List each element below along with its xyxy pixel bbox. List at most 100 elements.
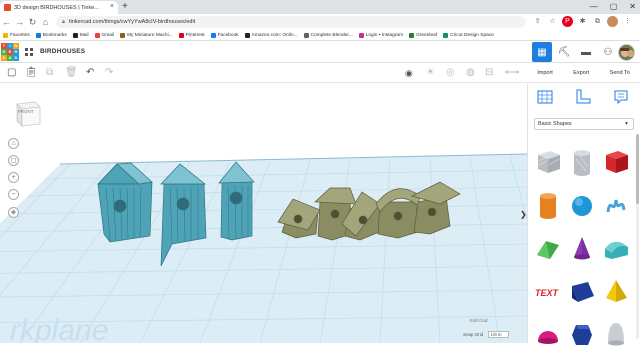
shape-pyramid[interactable] xyxy=(599,268,633,311)
shape-half-sphere[interactable] xyxy=(531,311,565,354)
design-title[interactable]: BIRDHOUSES xyxy=(40,48,85,55)
home-view-icon[interactable]: ⌂ xyxy=(8,138,19,149)
pyramid-icon xyxy=(606,279,627,302)
edit-grid-label[interactable]: Edit Grid xyxy=(470,318,488,323)
bookmark-icon xyxy=(409,32,415,38)
shape-text[interactable]: TEXT xyxy=(531,268,565,311)
box-hole-icon xyxy=(538,150,560,173)
ruler-tab-icon[interactable] xyxy=(574,88,592,106)
bookmark-item[interactable]: My Miniature Machi... xyxy=(120,32,173,38)
notes-icon[interactable]: ◉ xyxy=(405,67,413,79)
bookmark-item[interactable]: Facebook xyxy=(210,32,239,38)
paste-icon[interactable]: 📋︎ xyxy=(25,67,38,79)
export-button[interactable]: Export xyxy=(573,70,589,76)
bricks-icon[interactable]: ▬ xyxy=(576,42,596,62)
star-icon[interactable]: ☆ xyxy=(547,16,558,27)
shape-box[interactable] xyxy=(599,139,633,182)
group-icon[interactable]: ◎ xyxy=(446,67,455,79)
extension-icon[interactable]: ✱ xyxy=(577,16,588,27)
menu-icon[interactable]: ⋮ xyxy=(622,16,633,27)
cylinder-icon xyxy=(540,192,556,219)
scroll-thumb[interactable] xyxy=(636,134,639,204)
undo-icon[interactable]: ↶ xyxy=(86,67,94,79)
bookmark-item[interactable]: Greenleaf xyxy=(409,32,437,38)
align-icon[interactable]: ⊟ xyxy=(485,67,493,79)
view-mode-icons: ▦ ⛏ ▬ ⚇ xyxy=(532,42,618,62)
pinterest-icon[interactable]: P xyxy=(562,16,573,27)
bookmark-item[interactable]: Favorites xyxy=(3,32,30,38)
shape-round-roof[interactable] xyxy=(599,225,633,268)
redo-icon[interactable]: ↷ xyxy=(105,67,113,79)
zoom-in-button[interactable]: + xyxy=(8,172,19,183)
profile-icon[interactable] xyxy=(607,16,618,27)
bookmark-item[interactable]: Complete Blender... xyxy=(303,32,353,38)
design-list-icon[interactable] xyxy=(25,48,33,56)
browser-tab[interactable]: 3D design BIRDHOUSES | Tinke... × xyxy=(0,1,118,14)
perspective-icon[interactable]: ◈ xyxy=(8,207,19,218)
3d-view-icon[interactable]: ▦ xyxy=(532,42,552,62)
bookmark-item[interactable]: Cricut Design Space xyxy=(443,32,494,38)
cylinder-hole-icon xyxy=(574,149,590,176)
half-sphere-icon xyxy=(538,330,558,344)
new-shape-icon[interactable]: ▢ xyxy=(7,67,16,79)
shape-cylinder-hole[interactable] xyxy=(565,139,599,182)
back-icon[interactable]: ← xyxy=(0,17,13,27)
close-window-button[interactable]: ✕ xyxy=(629,1,636,13)
delete-icon[interactable]: 🗑︎ xyxy=(65,67,78,79)
shape-roof[interactable] xyxy=(531,225,565,268)
avatar[interactable] xyxy=(618,44,635,61)
send-to-button[interactable]: Send To xyxy=(610,70,630,76)
shape-cone[interactable] xyxy=(565,225,599,268)
blocks-icon[interactable]: ⛏ xyxy=(554,42,574,62)
bookmark-item[interactable]: Bookmarks xyxy=(35,32,67,38)
cone-icon xyxy=(574,236,590,259)
light-bulb-icon[interactable]: ☀ xyxy=(426,67,435,79)
bookmark-label: Facebook xyxy=(217,32,239,38)
home-icon[interactable]: ⌂ xyxy=(39,17,52,27)
fit-view-icon[interactable]: ◻ xyxy=(8,155,19,166)
bookmark-item[interactable]: Login • Instagram xyxy=(358,32,404,38)
user-add-icon[interactable]: ⚇ xyxy=(598,42,618,62)
shapes-category-select[interactable]: Basic Shapes ▼ xyxy=(534,118,634,130)
share-icon[interactable]: ⇪ xyxy=(532,16,543,27)
workplane-tab-icon[interactable] xyxy=(536,88,554,106)
reload-icon[interactable]: ↻ xyxy=(26,17,39,28)
tinkercad-logo[interactable]: TINKERCAD xyxy=(1,43,19,61)
forward-icon[interactable]: → xyxy=(13,17,26,27)
shape-scribble[interactable] xyxy=(599,182,633,225)
extensions-area: ⇪ ☆ P ✱ ⧉ ⋮ xyxy=(532,16,633,27)
ungroup-icon[interactable]: ◍ xyxy=(466,67,475,79)
bookmark-item[interactable]: Gmail xyxy=(94,32,114,38)
bookmark-icon xyxy=(210,32,216,38)
duplicate-icon[interactable]: ⧉ xyxy=(46,67,53,79)
panel-scrollbar[interactable] xyxy=(636,134,639,339)
collapse-panel-icon[interactable]: ❯ xyxy=(520,210,527,219)
lock-icon: 🔒︎ xyxy=(62,18,65,25)
zoom-out-button[interactable]: − xyxy=(8,189,19,200)
new-tab-button[interactable]: + xyxy=(122,1,128,13)
bookmark-item[interactable]: Mail xyxy=(72,32,89,38)
maximize-button[interactable]: ▢ xyxy=(610,1,618,13)
url-text: tinkercad.com/things/cwYyYwA8cIV-birdhou… xyxy=(68,19,196,25)
bookmark-label: Login • Instagram xyxy=(365,32,404,38)
snap-grid-select[interactable]: 1/8 in xyxy=(487,331,509,338)
shape-wedge[interactable] xyxy=(565,268,599,311)
snap-grid-control: Snap Grid 1/8 in xyxy=(463,331,509,338)
minimize-button[interactable]: — xyxy=(590,1,598,13)
shape-paraboloid[interactable] xyxy=(599,311,633,354)
address-bar[interactable]: 🔒︎ tinkercad.com/things/cwYyYwA8cIV-bird… xyxy=(56,16,526,28)
bookmark-item[interactable]: Amazon.com: Onlin... xyxy=(244,32,298,38)
import-button[interactable]: Import xyxy=(537,70,553,76)
shape-cylinder[interactable] xyxy=(531,182,565,225)
puzzle-icon[interactable]: ⧉ xyxy=(592,16,603,27)
viewcube-front-label: FRONT xyxy=(18,109,34,114)
workplane-viewport[interactable]: rkplane FRONT ⌂ ◻ + − ◈ ❯ Edit Grid Snap… xyxy=(0,84,527,343)
close-tab-icon[interactable]: × xyxy=(110,3,114,10)
shape-sphere[interactable] xyxy=(565,182,599,225)
notes-tab-icon[interactable] xyxy=(612,88,630,106)
bookmark-label: Complete Blender... xyxy=(310,32,353,38)
bookmark-item[interactable]: Pinterest xyxy=(178,32,205,38)
mirror-icon[interactable]: ⟷ xyxy=(505,67,519,79)
shape-polygon[interactable] xyxy=(565,311,599,354)
shape-box-hole[interactable] xyxy=(531,139,565,182)
